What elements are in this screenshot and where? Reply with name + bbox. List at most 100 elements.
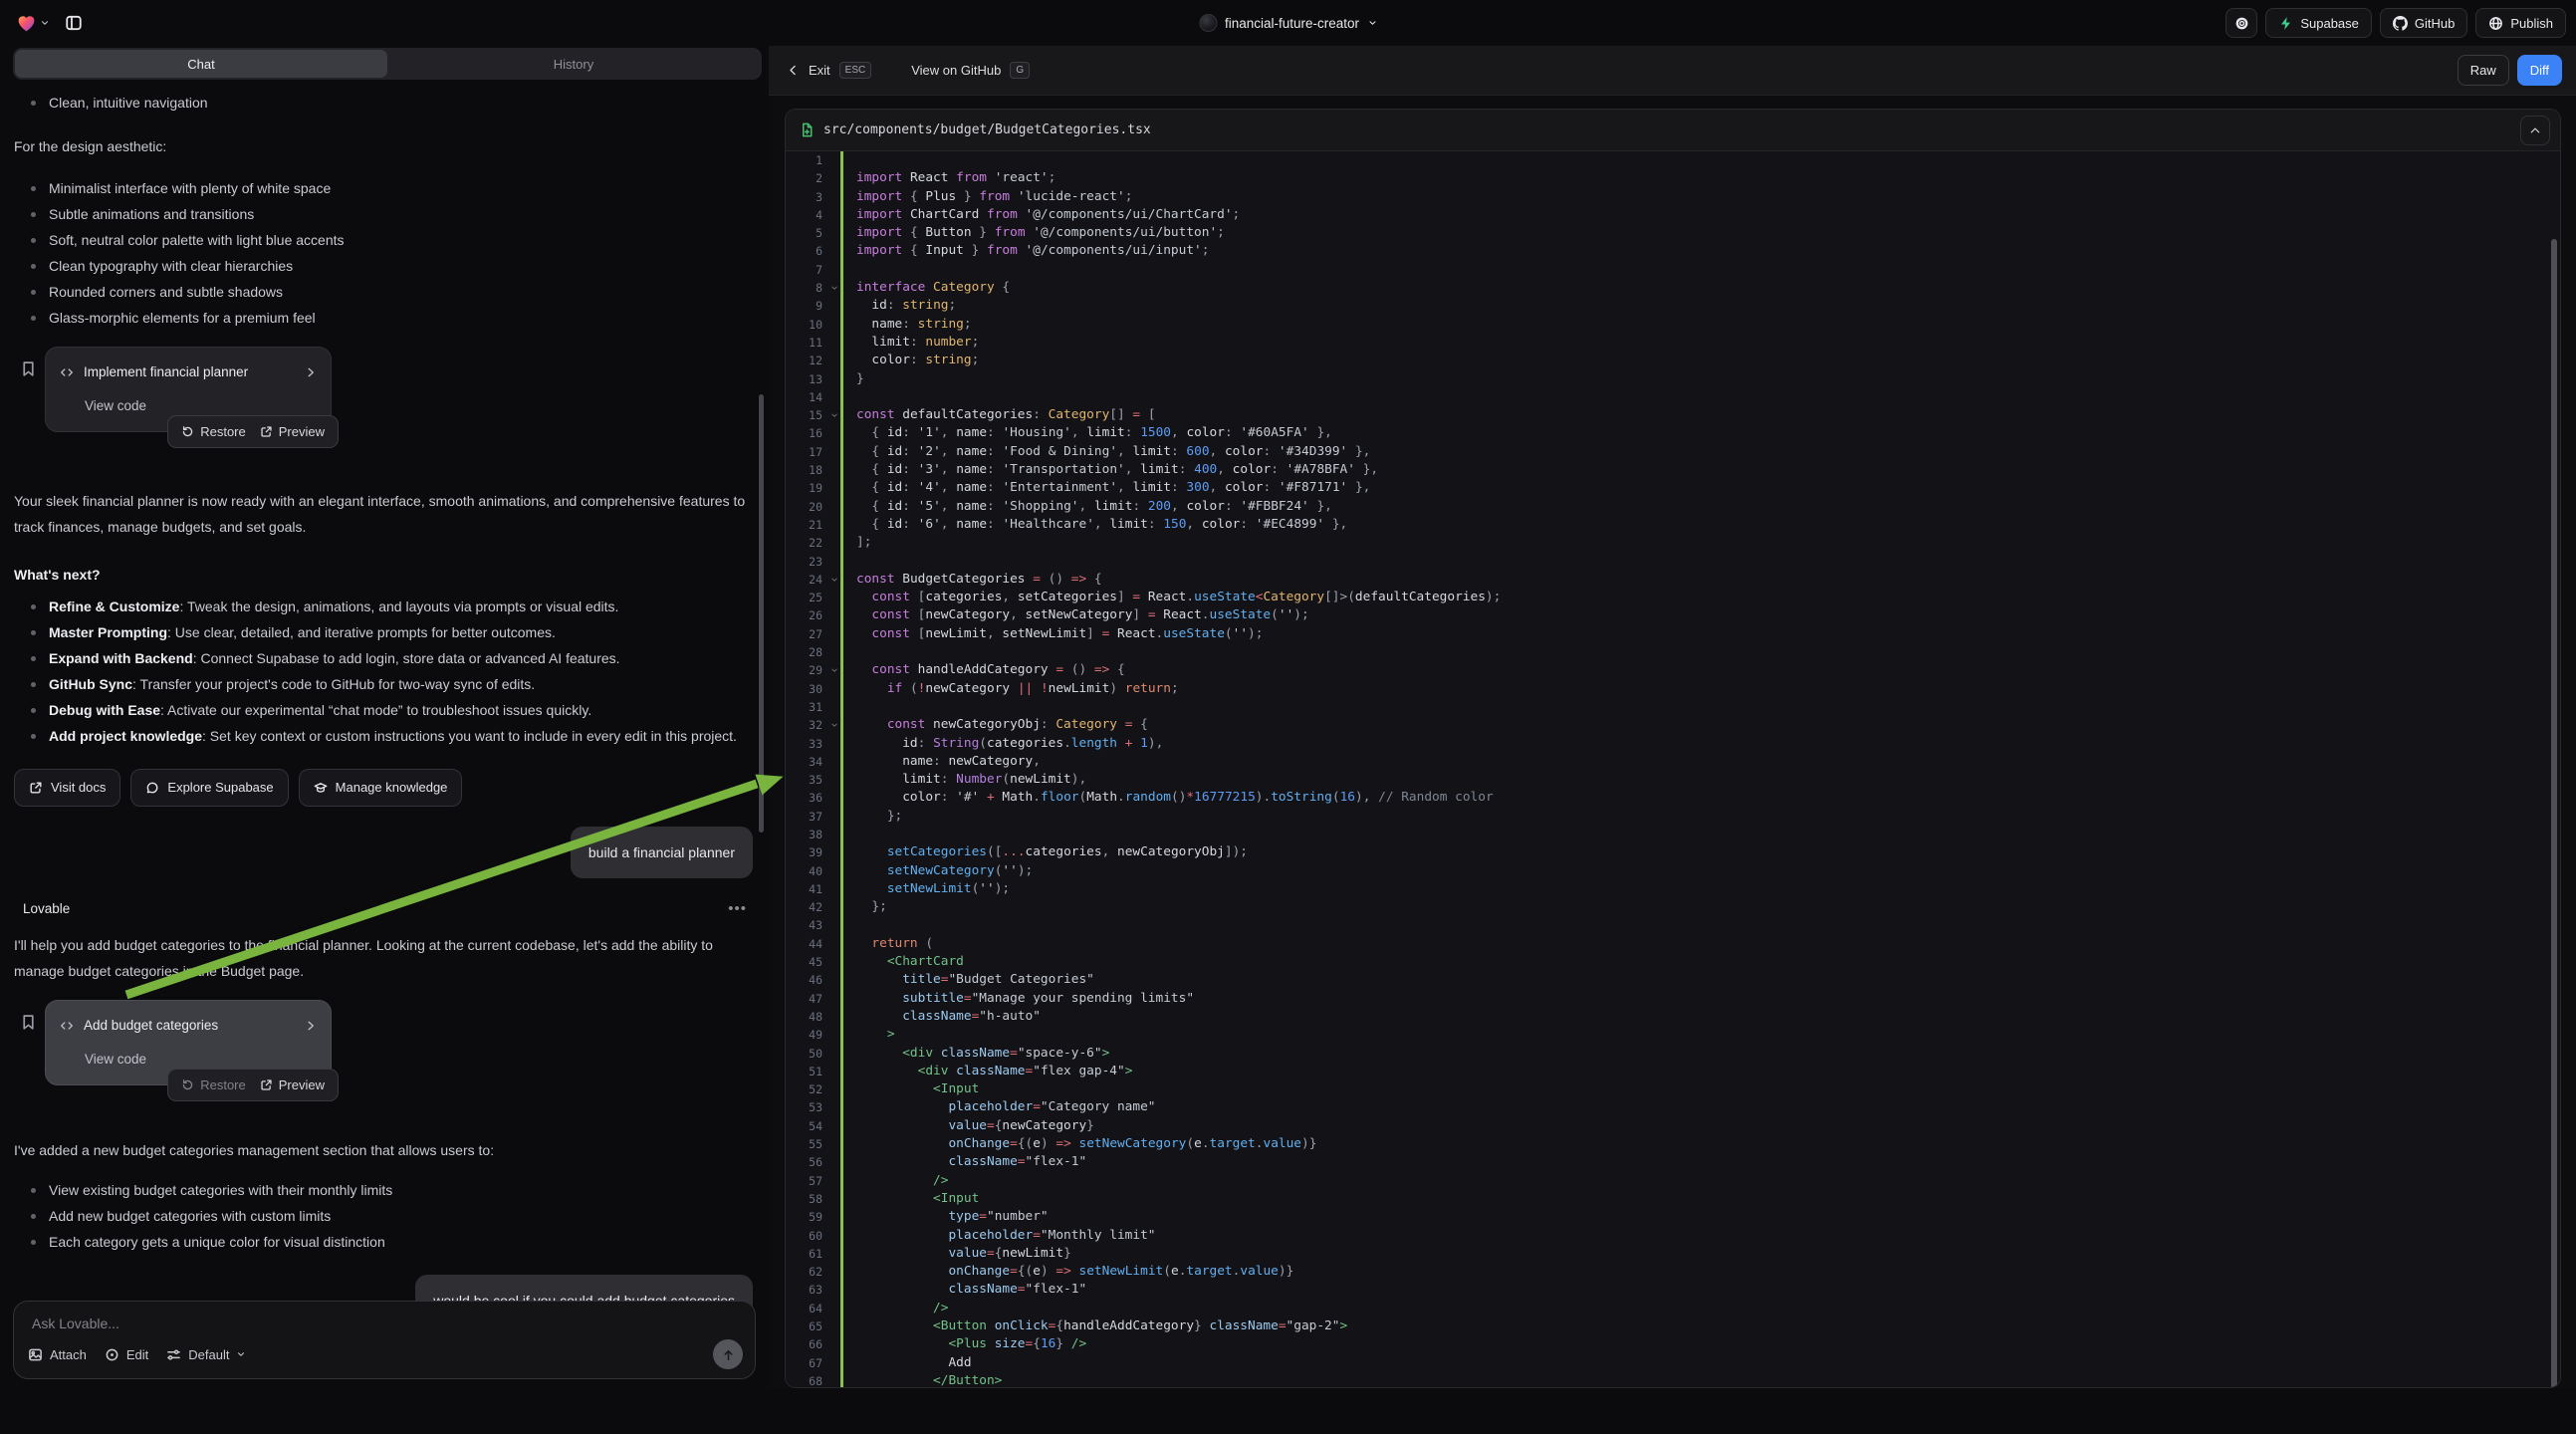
code-scrollbar[interactable] <box>2551 239 2557 1388</box>
line-number: 45 <box>786 953 827 971</box>
code-line: 47 subtitle="Manage your spending limits… <box>786 990 2560 1008</box>
code-line: 55 onChange={(e) => setNewCategory(e.tar… <box>786 1135 2560 1153</box>
version-card[interactable]: Implement financial plannerView codeRest… <box>45 347 332 432</box>
tab-history[interactable]: History <box>387 50 760 78</box>
line-number: 57 <box>786 1172 827 1190</box>
line-number: 52 <box>786 1080 827 1098</box>
fold-marker-icon <box>827 279 840 297</box>
line-number: 38 <box>786 826 827 843</box>
code-line: 35 limit: Number(newLimit), <box>786 771 2560 789</box>
attach-button[interactable]: Attach <box>28 1347 87 1362</box>
version-card-header[interactable]: Add budget categories <box>60 1013 317 1039</box>
list-item: Minimalist interface with plenty of whit… <box>14 175 753 201</box>
version-card-header[interactable]: Implement financial planner <box>60 359 317 385</box>
code-line: 21 { id: '6', name: 'Healthcare', limit:… <box>786 516 2560 534</box>
tab-chat[interactable]: Chat <box>15 50 387 78</box>
view-on-github-button[interactable]: View on GitHub <box>911 63 1001 78</box>
list-item-text: Clean, intuitive navigation <box>49 90 208 116</box>
restore-button[interactable]: Restore <box>181 1073 246 1098</box>
diff-button[interactable]: Diff <box>2517 55 2562 86</box>
list-item-text: Subtle animations and transitions <box>49 201 254 227</box>
fold-marker-empty <box>827 1335 840 1353</box>
code-line: 38 <box>786 826 2560 843</box>
manage-knowledge-button[interactable]: Manage knowledge <box>299 769 463 807</box>
fold-marker-empty <box>827 680 840 698</box>
fold-marker-empty <box>827 898 840 916</box>
code-text: const defaultCategories: Category[] = [ <box>843 406 1156 424</box>
code-line: 66 <Plus size={16} /> <box>786 1335 2560 1353</box>
code-text: Add <box>843 1354 972 1372</box>
line-number: 44 <box>786 935 827 953</box>
restore-button[interactable]: Restore <box>181 419 246 445</box>
code-text: </Button> <box>843 1372 1002 1387</box>
file-header[interactable]: src/components/budget/BudgetCategories.t… <box>786 110 2560 151</box>
preview-button[interactable]: Preview <box>260 419 325 445</box>
chevron-left-icon[interactable] <box>787 64 800 77</box>
visit-docs-button[interactable]: Visit docs <box>14 769 120 807</box>
chat-heading: What's next? <box>14 562 753 588</box>
publish-button[interactable]: Publish <box>2475 8 2566 38</box>
collapse-button[interactable] <box>2520 116 2550 145</box>
code-line: 53 placeholder="Category name" <box>786 1098 2560 1116</box>
line-number: 54 <box>786 1117 827 1135</box>
send-button[interactable] <box>713 1339 743 1369</box>
line-number: 9 <box>786 297 827 315</box>
chat-scrollbar[interactable] <box>759 394 764 833</box>
code-icon <box>60 365 74 379</box>
editor-toolbar: Exit ESC View on GitHub G Raw Diff <box>769 46 2576 96</box>
github-button[interactable]: GitHub <box>2380 8 2467 38</box>
code-line: 40 setNewCategory(''); <box>786 862 2560 880</box>
code-text: { id: '5', name: 'Shopping', limit: 200,… <box>843 498 1332 516</box>
preview-label: Preview <box>279 1073 325 1098</box>
code-text: import { Button } from '@/components/ui/… <box>843 224 1225 242</box>
code-text: onChange={(e) => setNewCategory(e.target… <box>843 1135 1316 1153</box>
code-text: color: string; <box>843 352 979 369</box>
code-text: onChange={(e) => setNewLimit(e.target.va… <box>843 1263 1293 1281</box>
preview-button[interactable]: Preview <box>260 1073 325 1098</box>
code-line: 12 color: string; <box>786 352 2560 369</box>
exit-button[interactable]: Exit <box>809 63 830 78</box>
code-text: <ChartCard <box>843 953 964 971</box>
list-item-lead: Master Prompting <box>49 624 167 640</box>
bullet-icon <box>31 682 36 687</box>
code-line: 17 { id: '2', name: 'Food & Dining', lim… <box>786 443 2560 461</box>
project-selector[interactable]: financial-future-creator <box>1199 0 1377 46</box>
code-text: { id: '4', name: 'Entertainment', limit:… <box>843 479 1370 497</box>
bullet-icon <box>31 101 36 106</box>
sidebar-toggle-button[interactable] <box>60 9 88 37</box>
chat-input[interactable]: Ask Lovable... Attach Edit Default <box>13 1301 756 1379</box>
raw-button[interactable]: Raw <box>2458 55 2509 86</box>
list-item-text: Add new budget categories with custom li… <box>49 1203 331 1229</box>
code-line: 65 <Button onClick={handleAddCategory} c… <box>786 1317 2560 1335</box>
mode-select[interactable]: Default <box>166 1347 246 1362</box>
chat-paragraph: I've added a new budget categories manag… <box>14 1137 753 1163</box>
fold-marker-empty <box>827 388 840 406</box>
line-number: 37 <box>786 808 827 826</box>
explore-supabase-button[interactable]: Explore Supabase <box>130 769 288 807</box>
bullet-icon <box>31 734 36 739</box>
list-item-text: Expand with Backend: Connect Supabase to… <box>49 645 620 671</box>
fold-marker-empty <box>827 1135 840 1153</box>
lovable-logo-button[interactable] <box>16 13 50 34</box>
bullet-icon <box>31 604 36 609</box>
edit-button[interactable]: Edit <box>105 1347 148 1362</box>
code-text: className="flex-1" <box>843 1153 1086 1171</box>
line-number: 39 <box>786 843 827 861</box>
line-number: 60 <box>786 1227 827 1245</box>
more-options-button[interactable]: ••• <box>728 896 753 922</box>
settings-button[interactable] <box>2225 8 2257 38</box>
code-line: 30 if (!newCategory || !newLimit) return… <box>786 680 2560 698</box>
fold-marker-empty <box>827 516 840 534</box>
bullet-icon <box>31 290 36 295</box>
supabase-button[interactable]: Supabase <box>2265 8 2372 38</box>
line-number: 11 <box>786 334 827 352</box>
code-text: <Button onClick={handleAddCategory} clas… <box>843 1317 1347 1335</box>
list-item-text: Add project knowledge: Set key context o… <box>49 723 737 749</box>
version-card[interactable]: Add budget categoriesView codeRestorePre… <box>45 1000 332 1085</box>
code-line: 60 placeholder="Monthly limit" <box>786 1227 2560 1245</box>
code-line: 45 <ChartCard <box>786 953 2560 971</box>
code-text: /> <box>843 1172 948 1190</box>
code-line: 37 }; <box>786 808 2560 826</box>
code-line: 1 <box>786 151 2560 169</box>
fold-marker-empty <box>827 1172 840 1190</box>
